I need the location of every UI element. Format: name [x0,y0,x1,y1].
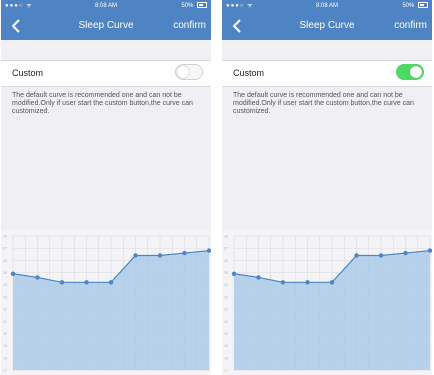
battery-icon [197,2,207,9]
curve-point [157,253,163,258]
y-tick-label: 21 [224,320,228,324]
status-bar: ●●●○ ᯤ 8:08 AM 50% [222,0,432,12]
y-tick-label: 17 [3,369,7,373]
curve-point [256,275,261,280]
y-tick-label: 19 [3,344,7,348]
custom-toggle[interactable] [175,64,203,80]
status-battery: 50% [181,0,207,12]
curve-point [10,271,16,276]
y-tick-label: 26 [3,259,7,263]
y-tick-label: 17 [224,369,228,373]
curve-point [231,271,237,276]
y-tick-label: 20 [224,332,228,336]
curve-point [403,250,408,256]
custom-label: Custom [233,68,265,78]
y-tick-label: 21 [3,320,7,324]
y-tick-label: 22 [224,308,228,312]
y-tick-label: 25 [3,271,7,275]
curve-point [133,253,138,258]
curve-point [59,280,65,285]
description-text: The default curve is recommended one and… [233,92,414,115]
sleep-curve-chart[interactable]: 17 18 19 20 21 22 23 24 25 26 27 28 [1,230,211,375]
curve-point [378,253,384,258]
toggle-knob [410,66,422,78]
curve-point [427,248,432,253]
curve-point [305,280,310,285]
curve-point [35,275,40,280]
nav-bar: Sleep Curve confirm [1,12,211,40]
y-tick-label: 23 [3,295,7,299]
description-text: The default curve is recommended one and… [12,92,193,115]
y-tick-label: 18 [224,356,228,360]
y-tick-label: 20 [3,332,7,336]
y-tick-label: 19 [224,344,228,348]
custom-row: Custom [222,60,432,87]
toggle-knob [177,66,189,78]
sleep-curve-chart[interactable]: 17 18 19 20 21 22 23 24 25 26 27 28 [222,230,432,375]
y-tick-label: 24 [3,283,7,287]
battery-percent: 50% [181,3,194,9]
status-time: 8:08 AM [315,3,338,9]
sleep-curve-screen-off: ●●●○ ᯤ 8:08 AM 50% Sleep Curve confirm C… [1,0,211,375]
custom-row: Custom [1,60,211,87]
curve-point [280,280,286,285]
status-bar: ●●●○ ᯤ 8:08 AM 50% [1,0,211,12]
curve-point [182,250,187,256]
curve-point [354,253,359,258]
curve-point [206,248,211,253]
y-tick-label: 18 [3,356,7,360]
y-tick-label: 28 [224,235,228,239]
y-tick-label: 27 [224,247,228,251]
curve-point [84,280,89,285]
custom-label: Custom [12,68,44,78]
confirm-button[interactable]: confirm [173,20,206,31]
y-tick-label: 22 [3,308,7,312]
battery-icon [418,2,428,9]
status-time: 8:08 AM [94,3,117,9]
nav-bar: Sleep Curve confirm [222,12,432,40]
sleep-curve-screen-on: ●●●○ ᯤ 8:08 AM 50% Sleep Curve confirm C… [222,0,432,375]
curve-point [108,280,114,285]
y-tick-label: 28 [3,235,7,239]
confirm-button[interactable]: confirm [394,20,427,31]
y-tick-label: 27 [3,247,7,251]
y-tick-label: 26 [224,259,228,263]
battery-percent: 50% [402,3,415,9]
y-tick-label: 24 [224,283,228,287]
custom-toggle[interactable] [396,64,424,80]
status-battery: 50% [402,0,428,12]
y-tick-label: 23 [224,295,228,299]
y-tick-label: 25 [224,271,228,275]
curve-point [329,280,335,285]
